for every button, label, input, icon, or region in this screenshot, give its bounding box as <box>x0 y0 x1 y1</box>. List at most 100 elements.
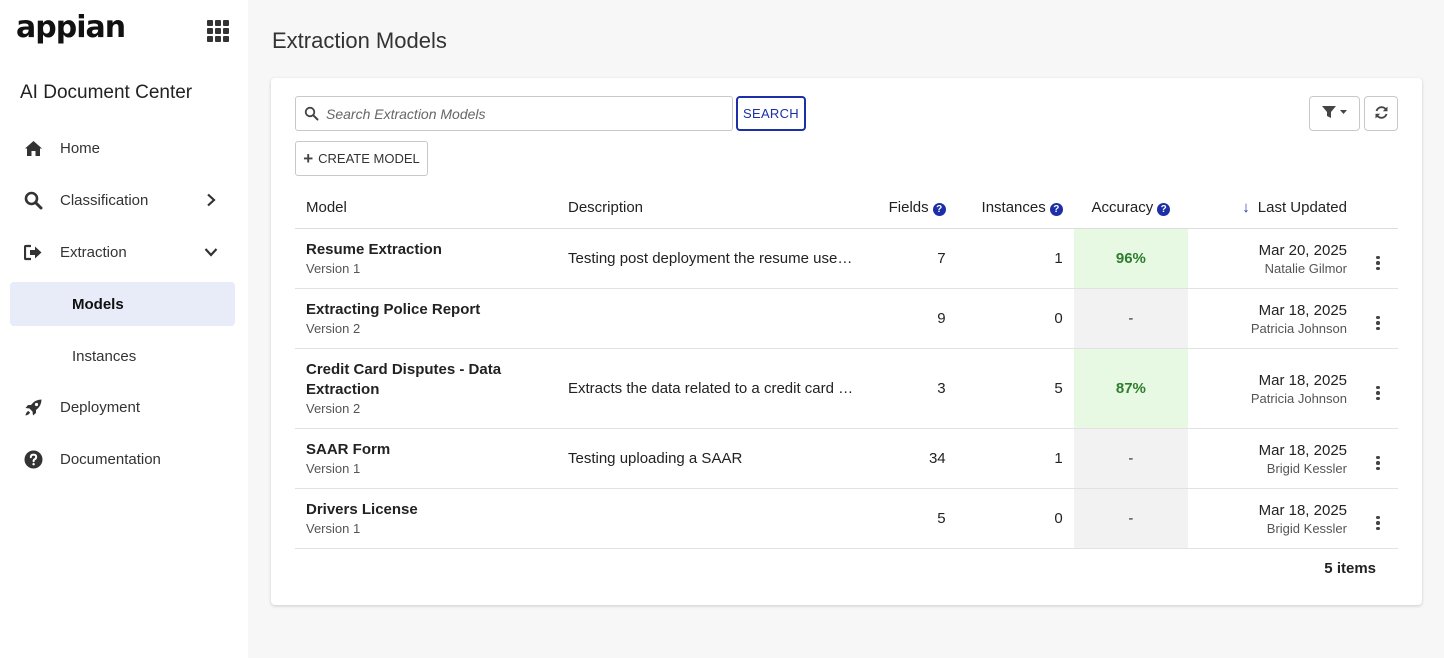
last-updated-cell: Mar 20, 2025 Natalie Gilmor <box>1188 228 1358 289</box>
description-cell: Extracts the data related to a credit ca… <box>557 348 867 429</box>
sidebar-item-home[interactable]: Home <box>10 126 235 170</box>
model-cell: Credit Card Disputes - Data Extraction V… <box>295 348 557 429</box>
help-icon[interactable]: ? <box>1049 203 1063 217</box>
updated-by: Brigid Kessler <box>1266 460 1347 476</box>
model-cell: Drivers License Version 1 <box>295 488 557 549</box>
instances-cell: 1 <box>956 428 1074 489</box>
sort-descending-icon: ↓ <box>1242 199 1250 217</box>
rocket-icon <box>23 397 43 417</box>
models-table: Model Description Fields? Instances? Acc… <box>295 188 1398 549</box>
sidebar-item-deployment[interactable]: Deployment <box>10 385 235 429</box>
sidebar-item-classification[interactable]: Classification <box>10 178 235 222</box>
updated-by: Patricia Johnson <box>1250 390 1347 406</box>
fields-cell: 5 <box>867 488 957 549</box>
header-label: Accuracy <box>1091 199 1154 217</box>
fields-cell: 3 <box>867 348 957 429</box>
sidebar-item-label: Extraction <box>60 243 127 261</box>
search-button[interactable]: SEARCH <box>736 96 806 131</box>
home-icon <box>23 138 43 158</box>
model-name-link[interactable]: Resume Extraction <box>306 240 546 260</box>
sidebar-item-label: Deployment <box>60 398 141 416</box>
description-cell <box>557 288 867 349</box>
filter-icon <box>1321 105 1349 122</box>
column-header-accuracy[interactable]: Accuracy? <box>1073 188 1188 229</box>
row-actions-cell <box>1358 228 1398 289</box>
last-updated-cell: Mar 18, 2025 Patricia Johnson <box>1188 348 1358 429</box>
sidebar-item-label: Documentation <box>60 450 161 468</box>
kebab-menu-icon[interactable] <box>1376 385 1380 400</box>
column-header-actions <box>1358 188 1398 229</box>
last-updated-cell: Mar 18, 2025 Patricia Johnson <box>1188 288 1358 349</box>
sidebar-item-instances[interactable]: Instances <box>10 334 235 378</box>
updated-by: Brigid Kessler <box>1266 520 1347 536</box>
chevron-right-icon[interactable] <box>201 190 221 210</box>
plus-icon: + <box>303 148 314 168</box>
item-count: 5 items <box>1324 560 1376 577</box>
sidebar-item-label: Classification <box>60 191 149 209</box>
column-header-fields[interactable]: Fields? <box>867 188 957 229</box>
search-icon <box>304 106 320 122</box>
model-version: Version 2 <box>306 321 361 336</box>
sidebar-item-documentation[interactable]: Documentation <box>10 437 235 481</box>
header-label: Instances <box>981 199 1046 217</box>
accuracy-cell: 96% <box>1073 228 1188 289</box>
row-actions-cell <box>1358 348 1398 429</box>
last-updated-cell: Mar 18, 2025 Brigid Kessler <box>1188 488 1358 549</box>
row-actions-cell <box>1358 488 1398 549</box>
instances-cell: 0 <box>956 488 1074 549</box>
table-row: Extracting Police Report Version 2 9 0 -… <box>295 288 1398 349</box>
column-header-description[interactable]: Description <box>557 188 867 229</box>
instances-cell: 5 <box>956 348 1074 429</box>
appian-logo[interactable]: appian <box>16 10 126 45</box>
search-input[interactable] <box>326 105 726 122</box>
accuracy-cell: 87% <box>1073 348 1188 429</box>
instances-cell: 1 <box>956 228 1074 289</box>
column-header-last-updated[interactable]: ↓ Last Updated <box>1188 188 1358 229</box>
search-field[interactable] <box>295 96 733 131</box>
kebab-menu-icon[interactable] <box>1376 455 1380 470</box>
kebab-menu-icon[interactable] <box>1376 515 1380 530</box>
fields-cell: 34 <box>867 428 957 489</box>
column-header-instances[interactable]: Instances? <box>956 188 1074 229</box>
accuracy-cell: - <box>1073 488 1188 549</box>
model-version: Version 1 <box>306 261 361 276</box>
sidebar-item-models[interactable]: Models <box>10 282 235 326</box>
accuracy-cell: - <box>1073 428 1188 489</box>
refresh-button[interactable] <box>1364 96 1398 131</box>
sidebar-item-extraction[interactable]: Extraction <box>10 230 235 274</box>
model-version: Version 1 <box>306 461 361 476</box>
chevron-down-icon[interactable] <box>201 242 221 262</box>
kebab-menu-icon[interactable] <box>1376 255 1380 270</box>
sidebar: appian AI Document Center Home Classific… <box>0 0 248 658</box>
row-actions-cell <box>1358 428 1398 489</box>
fields-cell: 7 <box>867 228 957 289</box>
model-version: Version 1 <box>306 521 361 536</box>
help-icon[interactable]: ? <box>932 203 946 217</box>
accuracy-cell: - <box>1073 288 1188 349</box>
create-model-button[interactable]: + CREATE MODEL <box>295 141 428 176</box>
model-name-link[interactable]: Extracting Police Report <box>306 300 546 320</box>
help-icon[interactable]: ? <box>1157 203 1171 217</box>
model-name-link[interactable]: Credit Card Disputes - Data Extraction <box>306 360 546 400</box>
updated-by: Natalie Gilmor <box>1264 260 1347 276</box>
updated-date: Mar 18, 2025 <box>1258 441 1347 459</box>
refresh-icon <box>1374 105 1389 123</box>
filter-button[interactable] <box>1309 96 1360 131</box>
updated-by: Patricia Johnson <box>1250 320 1347 336</box>
table-row: Drivers License Version 1 5 0 - Mar 18, … <box>295 488 1398 549</box>
updated-date: Mar 18, 2025 <box>1258 371 1347 389</box>
header-label: Fields <box>888 199 929 217</box>
model-name-link[interactable]: SAAR Form <box>306 440 546 460</box>
description-cell <box>557 488 867 549</box>
page-title: Extraction Models <box>272 28 447 53</box>
app-grid-icon[interactable] <box>207 20 229 42</box>
instances-cell: 0 <box>956 288 1074 349</box>
last-updated-cell: Mar 18, 2025 Brigid Kessler <box>1188 428 1358 489</box>
kebab-menu-icon[interactable] <box>1376 315 1380 330</box>
model-name-link[interactable]: Drivers License <box>306 500 546 520</box>
extraction-icon <box>23 242 43 262</box>
model-cell: Extracting Police Report Version 2 <box>295 288 557 349</box>
header-label: Last Updated <box>1257 199 1347 217</box>
column-header-model[interactable]: Model <box>295 188 557 229</box>
table-header-row: Model Description Fields? Instances? Acc… <box>295 188 1398 229</box>
